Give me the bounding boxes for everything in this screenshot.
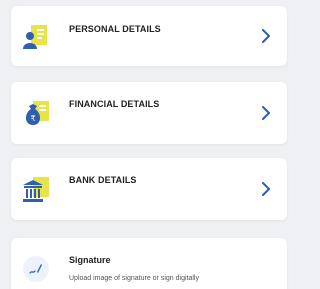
chevron-right-icon[interactable] — [259, 29, 273, 43]
bank-details-card[interactable]: BANK DETAILS — [11, 158, 287, 220]
svg-text:₹: ₹ — [30, 114, 35, 123]
financial-details-card[interactable]: ₹ FINANCIAL DETAILS — [11, 82, 287, 144]
signature-title: Signature — [69, 255, 111, 265]
pen-signature-icon — [23, 256, 49, 282]
signature-description: Upload image of signature or sign digita… — [69, 275, 199, 282]
money-bag-rupee-icon: ₹ — [23, 99, 51, 127]
chevron-right-icon[interactable] — [259, 106, 273, 120]
personal-id-icon — [23, 23, 51, 51]
card-title: PERSONAL DETAILS — [69, 24, 161, 34]
bank-building-icon — [23, 175, 51, 203]
personal-details-card[interactable]: PERSONAL DETAILS — [11, 6, 287, 66]
card-title: BANK DETAILS — [69, 175, 137, 185]
card-title: FINANCIAL DETAILS — [69, 99, 160, 109]
signature-card[interactable]: Signature Upload image of signature or s… — [11, 238, 287, 289]
chevron-right-icon[interactable] — [259, 182, 273, 196]
